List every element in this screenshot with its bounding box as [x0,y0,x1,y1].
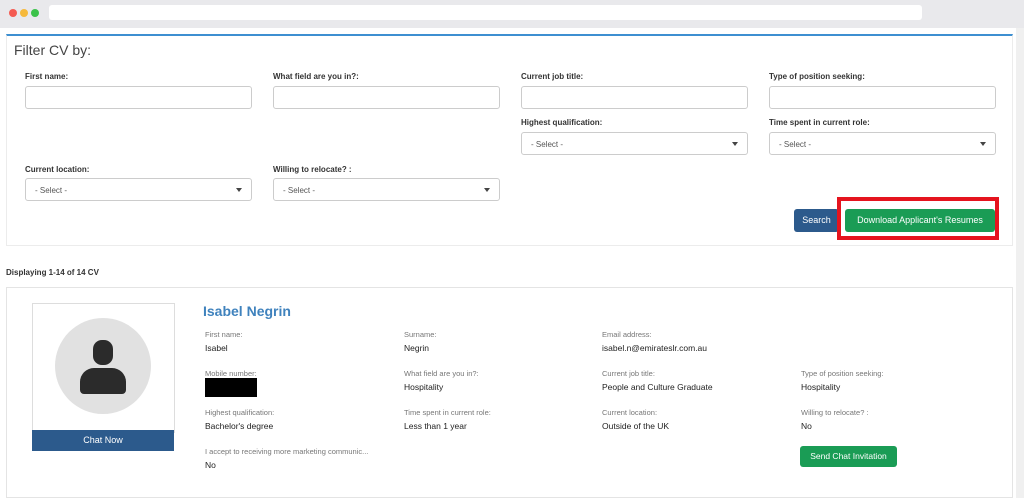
browser-chrome [0,0,1024,28]
email-field-label: Email address: [602,330,652,339]
marketing-field-label: I accept to receiving more marketing com… [205,447,369,456]
filter-title: Filter CV by: [14,42,92,58]
chevron-down-icon [236,188,242,192]
qualification-select-value: - Select - [531,140,564,149]
maximize-window-icon[interactable] [31,9,39,17]
highlight-box [837,197,999,240]
field-label: What field are you in?: [273,72,359,81]
relocate-select-value: - Select - [283,186,316,195]
first-name-label: First name: [25,72,69,81]
qualification-select[interactable]: - Select - [521,132,748,155]
redacted-mobile [205,378,257,397]
surname-value: Negrin [404,343,430,353]
first-name-value: Isabel [205,343,228,353]
relocate-label: Willing to relocate? : [273,165,352,174]
job-title-value: People and Culture Graduate [602,382,713,392]
position-field-label: Type of position seeking: [801,369,884,378]
location-label: Current location: [25,165,90,174]
address-bar[interactable] [49,5,922,20]
mobile-field-label: Mobile number: [205,369,257,378]
user-body-icon [80,368,126,394]
relocate-value: No [801,421,812,431]
search-button[interactable]: Search [794,209,839,232]
chat-now-button[interactable]: Chat Now [32,430,174,451]
position-input[interactable] [769,86,996,109]
results-count: Displaying 1-14 of 14 CV [6,268,99,277]
job-title-label: Current job title: [521,72,584,81]
email-value: isabel.n@emirateslr.com.au [602,343,708,353]
location-value: Outside of the UK [602,421,670,431]
job-title-field-label: Current job title: [602,369,655,378]
candidate-name[interactable]: Isabel Negrin [203,303,291,319]
position-label: Type of position seeking: [769,72,865,81]
location-select[interactable]: - Select - [25,178,252,201]
location-field-label: Current location: [602,408,658,417]
field-value: Hospitality [404,382,444,392]
qualification-value: Bachelor's degree [205,421,274,431]
surname-field-label: Surname: [404,330,437,339]
marketing-value: No [205,460,216,470]
position-value: Hospitality [801,382,841,392]
chevron-down-icon [484,188,490,192]
chevron-down-icon [980,142,986,146]
time-label: Time spent in current role: [769,118,870,127]
first-name-input[interactable] [25,86,252,109]
time-value: Less than 1 year [404,421,467,431]
relocate-select[interactable]: - Select - [273,178,500,201]
time-select[interactable]: - Select - [769,132,996,155]
avatar [55,318,151,414]
field-field-label: What field are you in?: [404,369,479,378]
minimize-window-icon[interactable] [20,9,28,17]
relocate-field-label: Willing to relocate? : [801,408,869,417]
close-window-icon[interactable] [9,9,17,17]
qualification-field-label: Highest qualification: [205,408,275,417]
user-icon [93,340,113,365]
scrollbar[interactable] [1016,28,1024,498]
field-input[interactable] [273,86,500,109]
time-field-label: Time spent in current role: [404,408,491,417]
job-title-input[interactable] [521,86,748,109]
qualification-label: Highest qualification: [521,118,603,127]
location-select-value: - Select - [35,186,68,195]
first-name-field-label: First name: [205,330,243,339]
send-chat-invitation-button[interactable]: Send Chat Invitation [800,446,897,467]
chevron-down-icon [732,142,738,146]
time-select-value: - Select - [779,140,812,149]
